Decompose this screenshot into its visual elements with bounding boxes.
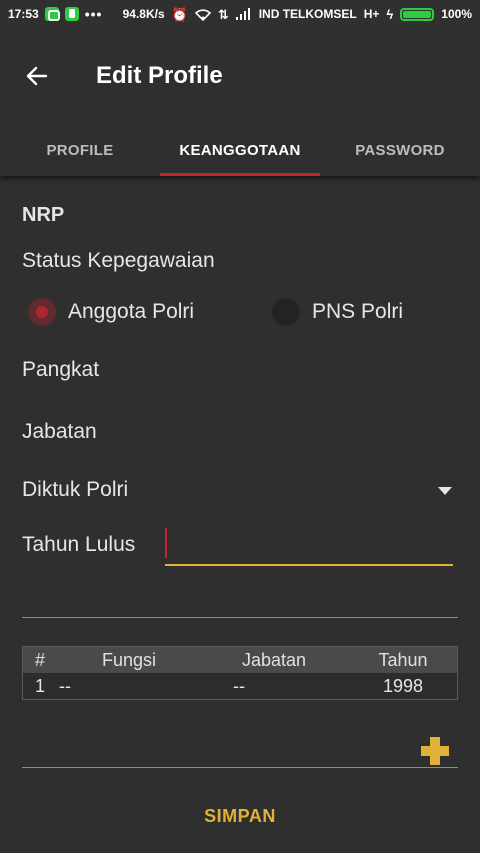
status-bar: 17:53 ••• 94.8K/s ⏰ ⇅ IND TELKOMSEL H+ ϟ bbox=[0, 0, 480, 28]
radio-label-anggota-polri: Anggota Polri bbox=[68, 300, 195, 323]
chat-notification-icon bbox=[44, 7, 60, 21]
add-plus-icon[interactable] bbox=[420, 736, 450, 766]
back-arrow-icon[interactable] bbox=[22, 61, 52, 91]
battery-icon bbox=[400, 7, 435, 21]
tab-profile[interactable]: PROFILE bbox=[0, 124, 160, 176]
divider-bottom bbox=[22, 767, 458, 768]
radio-label-pns-polri: PNS Polri bbox=[312, 300, 404, 323]
tab-keanggotaan[interactable]: KEANGGOTAAN bbox=[160, 124, 320, 176]
jabatan-field[interactable]: Jabatan bbox=[22, 420, 97, 444]
dropdown-arrow-icon[interactable] bbox=[438, 486, 452, 496]
divider-top bbox=[22, 617, 458, 618]
header-tahun: Tahun bbox=[378, 649, 428, 670]
network-speed: 94.8K/s bbox=[122, 7, 165, 21]
pangkat-field[interactable]: Pangkat bbox=[22, 358, 99, 382]
table-row[interactable]: 1 -- -- 1998 bbox=[23, 673, 457, 699]
tahun-lulus-label: Tahun Lulus bbox=[22, 533, 136, 556]
radio-option-anggota-polri[interactable]: Anggota Polri bbox=[22, 298, 266, 326]
cell-tahun: 1998 bbox=[382, 675, 424, 696]
wifi-icon bbox=[194, 8, 211, 21]
app-bar: Edit Profile bbox=[0, 28, 480, 124]
status-time: 17:53 bbox=[8, 7, 39, 21]
header-number: # bbox=[35, 649, 46, 670]
page-title: Edit Profile bbox=[96, 62, 223, 89]
nrp-label: NRP bbox=[22, 204, 65, 226]
history-table: # Fungsi Jabatan Tahun 1 -- -- 1998 bbox=[22, 646, 458, 700]
table-header: # Fungsi Jabatan Tahun bbox=[23, 647, 457, 673]
cell-fungsi: -- bbox=[59, 675, 71, 696]
more-notifications-icon: ••• bbox=[84, 6, 103, 22]
text-cursor bbox=[165, 528, 167, 558]
status-radio-group: Anggota Polri PNS Polri bbox=[22, 298, 458, 326]
cell-jabatan: -- bbox=[233, 675, 245, 696]
carrier-name: IND TELKOMSEL bbox=[258, 7, 357, 21]
tab-password[interactable]: PASSWORD bbox=[320, 124, 480, 176]
tahun-lulus-input[interactable] bbox=[165, 526, 453, 566]
data-transfer-icon: ⇅ bbox=[217, 6, 229, 22]
header-fungsi: Fungsi bbox=[101, 649, 157, 670]
radio-checked-icon[interactable] bbox=[28, 298, 56, 326]
screen: 17:53 ••• 94.8K/s ⏰ ⇅ IND TELKOMSEL H+ ϟ bbox=[0, 0, 480, 853]
save-button[interactable]: SIMPAN bbox=[0, 806, 480, 827]
diktuk-polri-dropdown[interactable]: Diktuk Polri bbox=[22, 478, 128, 502]
signal-icon bbox=[235, 8, 250, 20]
status-kepegawaian-label: Status Kepegawaian bbox=[22, 249, 215, 272]
charging-icon: ϟ bbox=[386, 6, 394, 22]
tab-bar: PROFILE KEANGGOTAAN PASSWORD bbox=[0, 124, 480, 176]
membership-form: NRP Status Kepegawaian Anggota Polri PNS… bbox=[0, 176, 480, 853]
battery-percent: 100% bbox=[441, 7, 472, 21]
battery-fill bbox=[403, 10, 432, 18]
document-notification-icon bbox=[64, 7, 79, 21]
radio-unchecked-icon[interactable] bbox=[272, 298, 300, 326]
alarm-icon: ⏰ bbox=[171, 6, 188, 22]
header-jabatan: Jabatan bbox=[241, 649, 307, 670]
cell-number: 1 bbox=[35, 675, 46, 696]
network-type: H+ bbox=[363, 7, 380, 21]
radio-option-pns-polri[interactable]: PNS Polri bbox=[266, 298, 403, 326]
